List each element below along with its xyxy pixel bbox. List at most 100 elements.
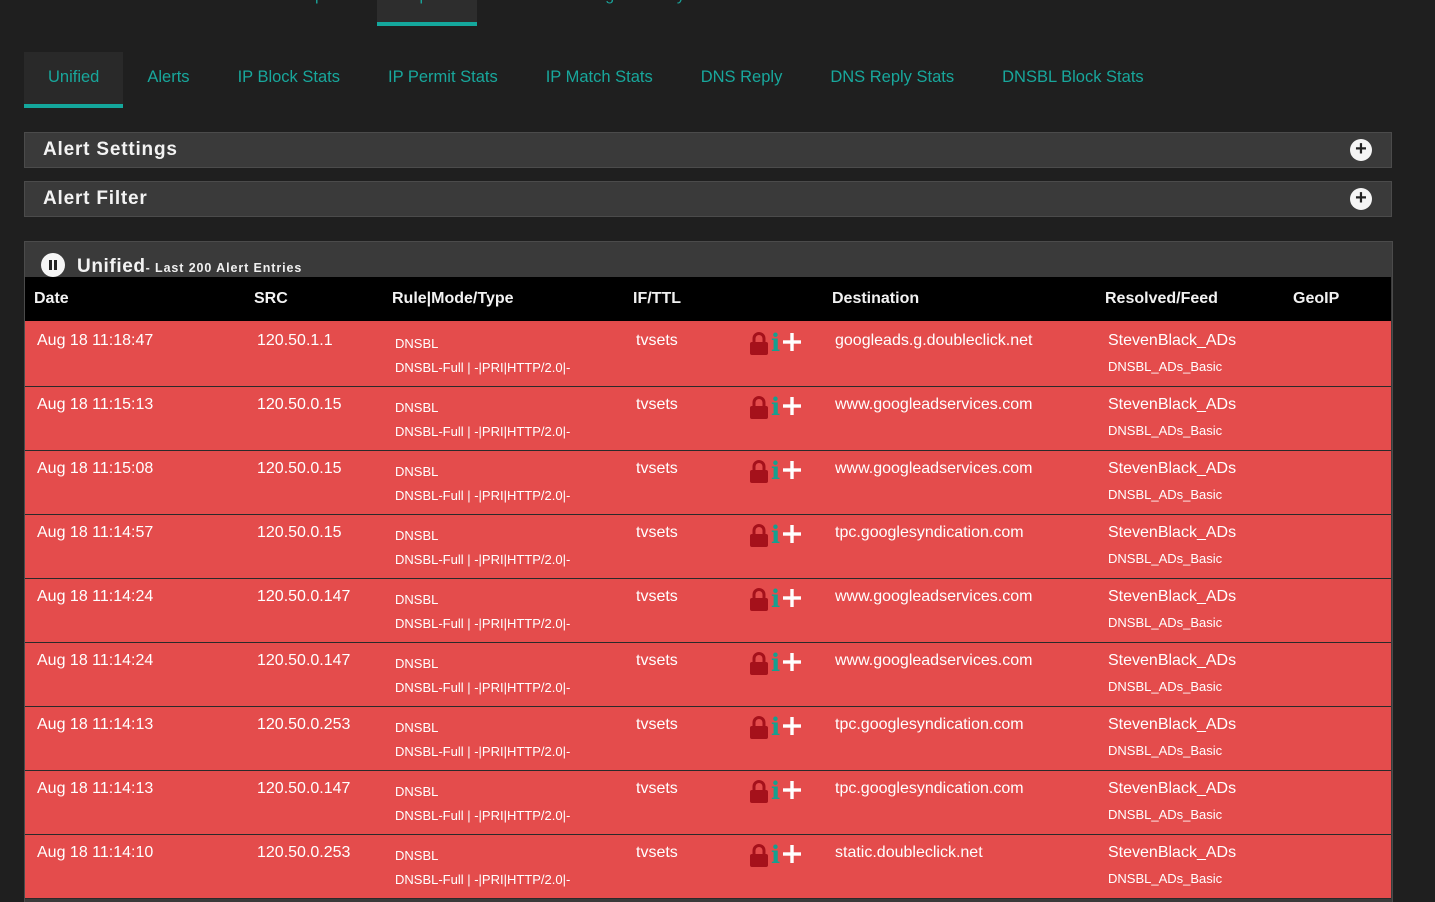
col-if-ttl[interactable]: IF/TTL [624,277,739,323]
row-mode: DNSBL-Full | -|PRI|HTTP/2.0|- [395,808,571,823]
tab-unified[interactable]: Unified [24,52,124,108]
tab-ip-match-stats[interactable]: IP Match Stats [522,52,677,104]
lock-icon[interactable] [749,396,769,420]
cell-geoip [1284,770,1391,835]
row-iface: tvsets [636,396,678,413]
row-destination: www.googleadservices.com [835,460,1033,477]
info-icon[interactable]: i [771,523,780,547]
plus-icon[interactable] [782,652,802,672]
cell-iface: tvsets [624,322,739,387]
cell-rule: DNSBL DNSBL-Full | -|PRI|HTTP/2.0|- [383,386,624,451]
row-feed: DNSBL_ADs_Basic [1108,551,1223,566]
plus-icon[interactable] [782,332,802,352]
alert-settings-panel[interactable]: Alert Settings + [24,132,1392,168]
col-src[interactable]: SRC [245,277,383,323]
plus-icon[interactable] [782,524,802,544]
lock-icon[interactable] [749,332,769,356]
info-icon[interactable]: i [771,843,780,867]
info-icon[interactable]: i [771,395,780,419]
cell-iface: tvsets [624,450,739,515]
cell-destination: www.googleadservices.com [823,386,1096,451]
info-icon[interactable]: i [771,779,780,803]
info-icon[interactable]: i [771,587,780,611]
cell-rule: DNSBL DNSBL-Full | -|PRI|HTTP/2.0|- [383,322,624,387]
row-feed: DNSBL_ADs_Basic [1108,487,1223,502]
cell-iface: tvsets [624,514,739,579]
plus-icon[interactable] [782,780,802,800]
cell-rule: DNSBL DNSBL-Full | -|PRI|HTTP/2.0|- [383,450,624,515]
cell-geoip [1284,514,1391,579]
row-src: 120.50.0.147 [257,780,351,797]
cell-resolved: StevenBlack_ADs DNSBL_ADs_Basic [1096,642,1284,707]
tab-update[interactable]: Update [281,0,377,26]
lock-icon[interactable] [749,460,769,484]
info-icon[interactable]: i [771,715,780,739]
row-feed: DNSBL_ADs_Basic [1108,679,1223,694]
row-resolved: StevenBlack_ADs [1108,524,1237,541]
tab-ip-permit-stats[interactable]: IP Permit Stats [364,52,522,104]
cell-date: Aug 18 11:14:24 [25,642,245,707]
lock-icon[interactable] [749,716,769,740]
cell-rule: DNSBL DNSBL-Full | -|PRI|HTTP/2.0|- [383,834,624,899]
plus-icon[interactable] [782,588,802,608]
expand-alert-filter-icon[interactable]: + [1350,188,1372,210]
tab-dns-reply[interactable]: DNS Reply [677,52,807,104]
cell-actions: i [739,322,823,387]
row-iface: tvsets [636,460,678,477]
col-resolved[interactable]: Resolved/Feed [1096,277,1284,323]
alert-filter-panel[interactable]: Alert Filter + [24,181,1392,217]
expand-alert-settings-icon[interactable]: + [1350,139,1372,161]
plus-icon[interactable] [782,716,802,736]
unified-header: Unified - Last 200 Alert Entries [41,248,302,278]
cell-date: Aug 18 11:15:13 [25,386,245,451]
row-iface: tvsets [636,652,678,669]
tab-dnsbl[interactable]: DNSBL [184,0,281,26]
lock-icon[interactable] [749,844,769,868]
lock-icon[interactable] [749,524,769,548]
tab-feeds[interactable]: Feeds [477,0,565,26]
info-icon[interactable]: i [771,651,780,675]
row-date: Aug 18 11:14:24 [37,652,154,669]
table-row: Aug 18 11:14:24 120.50.0.147 DNSBL DNSBL-Fu… [25,642,1391,707]
cell-date: Aug 18 11:14:13 [25,770,245,835]
table-row: Aug 18 11:14:13 120.50.0.253 DNSBL DNSBL-Fu… [25,706,1391,771]
row-rule: DNSBL [395,656,439,671]
col-date[interactable]: Date [25,277,245,323]
lock-icon[interactable] [749,780,769,804]
row-date: Aug 18 11:14:57 [37,524,154,541]
row-src: 120.50.0.15 [257,524,342,541]
row-mode: DNSBL-Full | -|PRI|HTTP/2.0|- [395,552,571,567]
pause-icon[interactable] [41,253,65,277]
top-nav: General IP DNSBL Update Reports Feeds Lo… [24,0,724,26]
tab-ip-block-stats[interactable]: IP Block Stats [214,52,364,104]
table-row: Aug 18 11:14:57 120.50.0.15 DNSBL DNSBL-Ful… [25,514,1391,579]
cell-resolved: StevenBlack_ADs DNSBL_ADs_Basic [1096,322,1284,387]
info-icon[interactable]: i [771,459,780,483]
tab-alerts[interactable]: Alerts [123,52,213,104]
row-date: Aug 18 11:14:10 [37,844,154,861]
row-destination: tpc.googlesyndication.com [835,524,1024,541]
col-rule[interactable]: Rule|Mode/Type [383,277,624,323]
alert-filter-title: Alert Filter [43,188,148,209]
plus-icon[interactable] [782,844,802,864]
row-resolved: StevenBlack_ADs [1108,716,1237,733]
tab-general[interactable]: General [24,0,125,26]
col-destination[interactable]: Destination [823,277,1096,323]
plus-icon[interactable] [782,460,802,480]
tab-reports[interactable]: Reports [377,0,478,26]
cell-src: 120.50.0.253 [245,706,383,771]
tab-sync[interactable]: Sync [644,0,724,26]
tab-ip[interactable]: IP [125,0,184,26]
tab-logs[interactable]: Logs [566,0,645,26]
lock-icon[interactable] [749,588,769,612]
lock-icon[interactable] [749,652,769,676]
row-rule: DNSBL [395,592,439,607]
col-geoip[interactable]: GeoIP [1284,277,1391,323]
plus-icon[interactable] [782,396,802,416]
info-icon[interactable]: i [771,331,780,355]
row-rule: DNSBL [395,784,439,799]
row-resolved: StevenBlack_ADs [1108,652,1237,669]
row-date: Aug 18 11:15:08 [37,460,154,477]
tab-dnsbl-block-stats[interactable]: DNSBL Block Stats [978,52,1168,104]
tab-dns-reply-stats[interactable]: DNS Reply Stats [806,52,978,104]
